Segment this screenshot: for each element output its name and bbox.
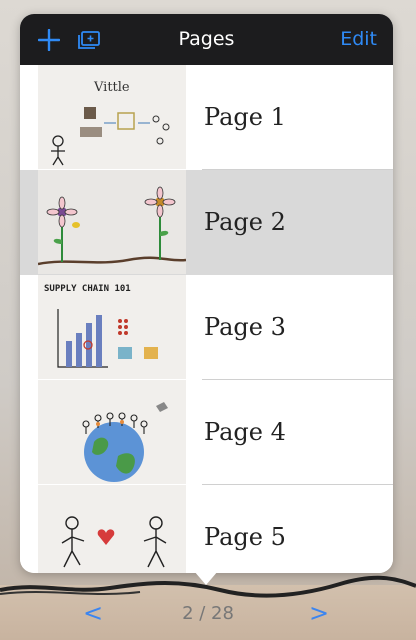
thumb-title: SUPPLY CHAIN 101 — [44, 284, 131, 294]
add-page-button[interactable] — [74, 14, 104, 65]
page-thumbnail — [38, 485, 186, 573]
page-label: Page 1 — [204, 103, 286, 131]
page-label: Page 5 — [204, 523, 286, 551]
page-indicator: 2 / 28 — [182, 603, 234, 624]
page-row-1[interactable]: Vittle Page 1 — [20, 65, 393, 170]
page-thumbnail — [38, 170, 186, 274]
edit-button[interactable]: Edit — [340, 14, 377, 65]
page-label: Page 4 — [204, 418, 286, 446]
page-thumbnail — [38, 380, 186, 484]
popover-header: Pages Edit — [20, 14, 393, 65]
add-button[interactable] — [34, 14, 64, 65]
next-page-button[interactable]: > — [304, 598, 334, 628]
page-list[interactable]: Vittle Page 1 Page 2 SUPPLY CHAIN 101 Pa… — [20, 65, 393, 573]
page-thumbnail: Vittle — [38, 65, 186, 169]
pages-popover: Pages Edit Vittle Page 1 Page 2 SUPPLY C… — [20, 14, 393, 573]
page-label: Page 2 — [204, 208, 286, 236]
page-row-2[interactable]: Page 2 — [20, 170, 393, 275]
page-thumbnail: SUPPLY CHAIN 101 — [38, 275, 186, 379]
page-label: Page 3 — [204, 313, 286, 341]
popover-arrow — [194, 571, 218, 585]
popover-title: Pages — [178, 28, 235, 50]
page-row-4[interactable]: Page 4 — [20, 380, 393, 485]
page-row-5[interactable]: Page 5 — [20, 485, 393, 573]
previous-page-button[interactable]: < — [78, 598, 108, 628]
thumb-title: Vittle — [93, 80, 130, 95]
plus-icon — [38, 28, 60, 51]
page-row-3[interactable]: SUPPLY CHAIN 101 Page 3 — [20, 275, 393, 380]
add-page-icon — [78, 30, 100, 49]
